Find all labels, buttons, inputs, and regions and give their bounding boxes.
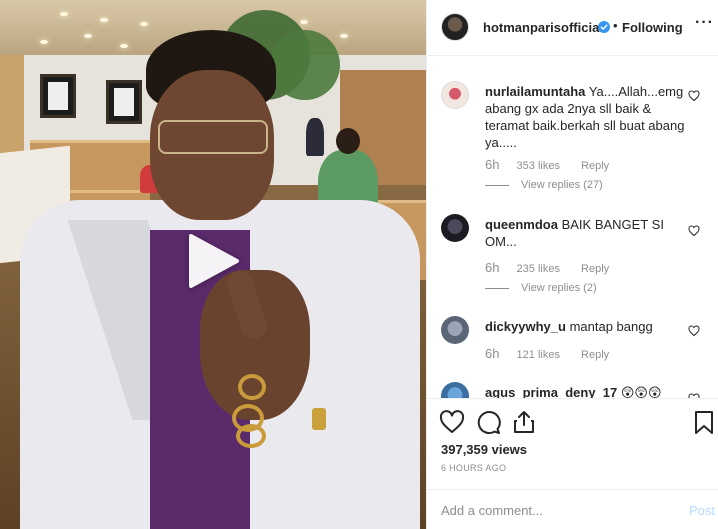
bookmark-icon[interactable] bbox=[691, 409, 717, 435]
verified-badge-icon bbox=[598, 20, 610, 33]
comment-body: 😲😲😲 bbox=[620, 385, 662, 398]
comment-meta: 6h 235 likes Reply bbox=[485, 260, 609, 275]
commenter-username[interactable]: nurlailamuntaha bbox=[485, 84, 585, 99]
post-timestamp[interactable]: 6 HOURS AGO bbox=[441, 463, 506, 473]
comment-body: mantap bangg bbox=[569, 319, 653, 334]
wall-artwork bbox=[40, 74, 76, 118]
view-replies-label: View replies (2) bbox=[521, 282, 597, 294]
view-count[interactable]: 397,359 views bbox=[441, 442, 527, 457]
comment-likes[interactable]: 353 likes bbox=[517, 160, 560, 172]
comment-like-icon[interactable] bbox=[688, 324, 700, 337]
play-icon[interactable] bbox=[183, 232, 241, 290]
commenter-username[interactable]: agus_prima_deny_17 bbox=[485, 385, 617, 398]
comment-text: queenmdoa BAIK BANGET SI OM... bbox=[485, 216, 685, 250]
view-replies-button[interactable]: View replies (2) bbox=[485, 282, 597, 294]
following-button[interactable]: Following bbox=[622, 20, 683, 35]
heart-icon[interactable] bbox=[439, 409, 465, 435]
comment-text: dickyywhy_u mantap bangg bbox=[485, 318, 685, 335]
wall-artwork bbox=[106, 80, 142, 124]
avatar[interactable] bbox=[441, 13, 469, 41]
cufflink bbox=[312, 408, 326, 430]
post-header: hotmanparisofficial • Following ··· bbox=[427, 0, 718, 56]
comment-meta: 6h 121 likes Reply bbox=[485, 346, 609, 361]
commenter-avatar[interactable] bbox=[441, 214, 469, 242]
commenter-username[interactable]: dickyywhy_u bbox=[485, 319, 566, 334]
separator-dot: • bbox=[613, 18, 618, 33]
reply-button[interactable]: Reply bbox=[581, 263, 609, 275]
comment-likes[interactable]: 121 likes bbox=[517, 349, 560, 361]
post-actions: 397,359 views 6 HOURS AGO bbox=[427, 398, 718, 498]
commenter-username[interactable]: queenmdoa bbox=[485, 217, 558, 232]
reply-button[interactable]: Reply bbox=[581, 160, 609, 172]
post-sidebar: hotmanparisofficial • Following ··· nurl… bbox=[426, 0, 718, 529]
comment-likes[interactable]: 235 likes bbox=[517, 263, 560, 275]
share-icon[interactable] bbox=[511, 409, 537, 435]
comment-like-icon[interactable] bbox=[688, 224, 700, 237]
view-replies-button[interactable]: View replies (27) bbox=[485, 179, 603, 191]
comment-bubble-icon[interactable] bbox=[475, 409, 501, 435]
commenter-avatar[interactable] bbox=[441, 81, 469, 109]
video-player[interactable] bbox=[0, 0, 426, 529]
comment-time: 6h bbox=[485, 346, 500, 361]
view-replies-label: View replies (27) bbox=[521, 179, 603, 191]
commenter-avatar[interactable] bbox=[441, 316, 469, 344]
add-comment-bar: Post bbox=[427, 489, 718, 529]
comment-meta: 6h 353 likes Reply bbox=[485, 157, 609, 172]
comment-time: 6h bbox=[485, 260, 500, 275]
comment-text: nurlailamuntaha Ya....Allah...emg abang … bbox=[485, 83, 685, 151]
commenter-avatar[interactable] bbox=[441, 382, 469, 398]
comment-list[interactable]: nurlailamuntaha Ya....Allah...emg abang … bbox=[427, 57, 718, 398]
username-link[interactable]: hotmanparisofficial bbox=[483, 20, 603, 35]
comment-input[interactable] bbox=[441, 501, 671, 519]
comment-text: agus_prima_deny_17 😲😲😲 bbox=[485, 384, 685, 398]
more-options-icon[interactable]: ··· bbox=[695, 14, 714, 32]
comment-like-icon[interactable] bbox=[688, 89, 700, 102]
post-comment-button[interactable]: Post bbox=[689, 503, 715, 518]
comment-time: 6h bbox=[485, 157, 500, 172]
reply-button[interactable]: Reply bbox=[581, 349, 609, 361]
